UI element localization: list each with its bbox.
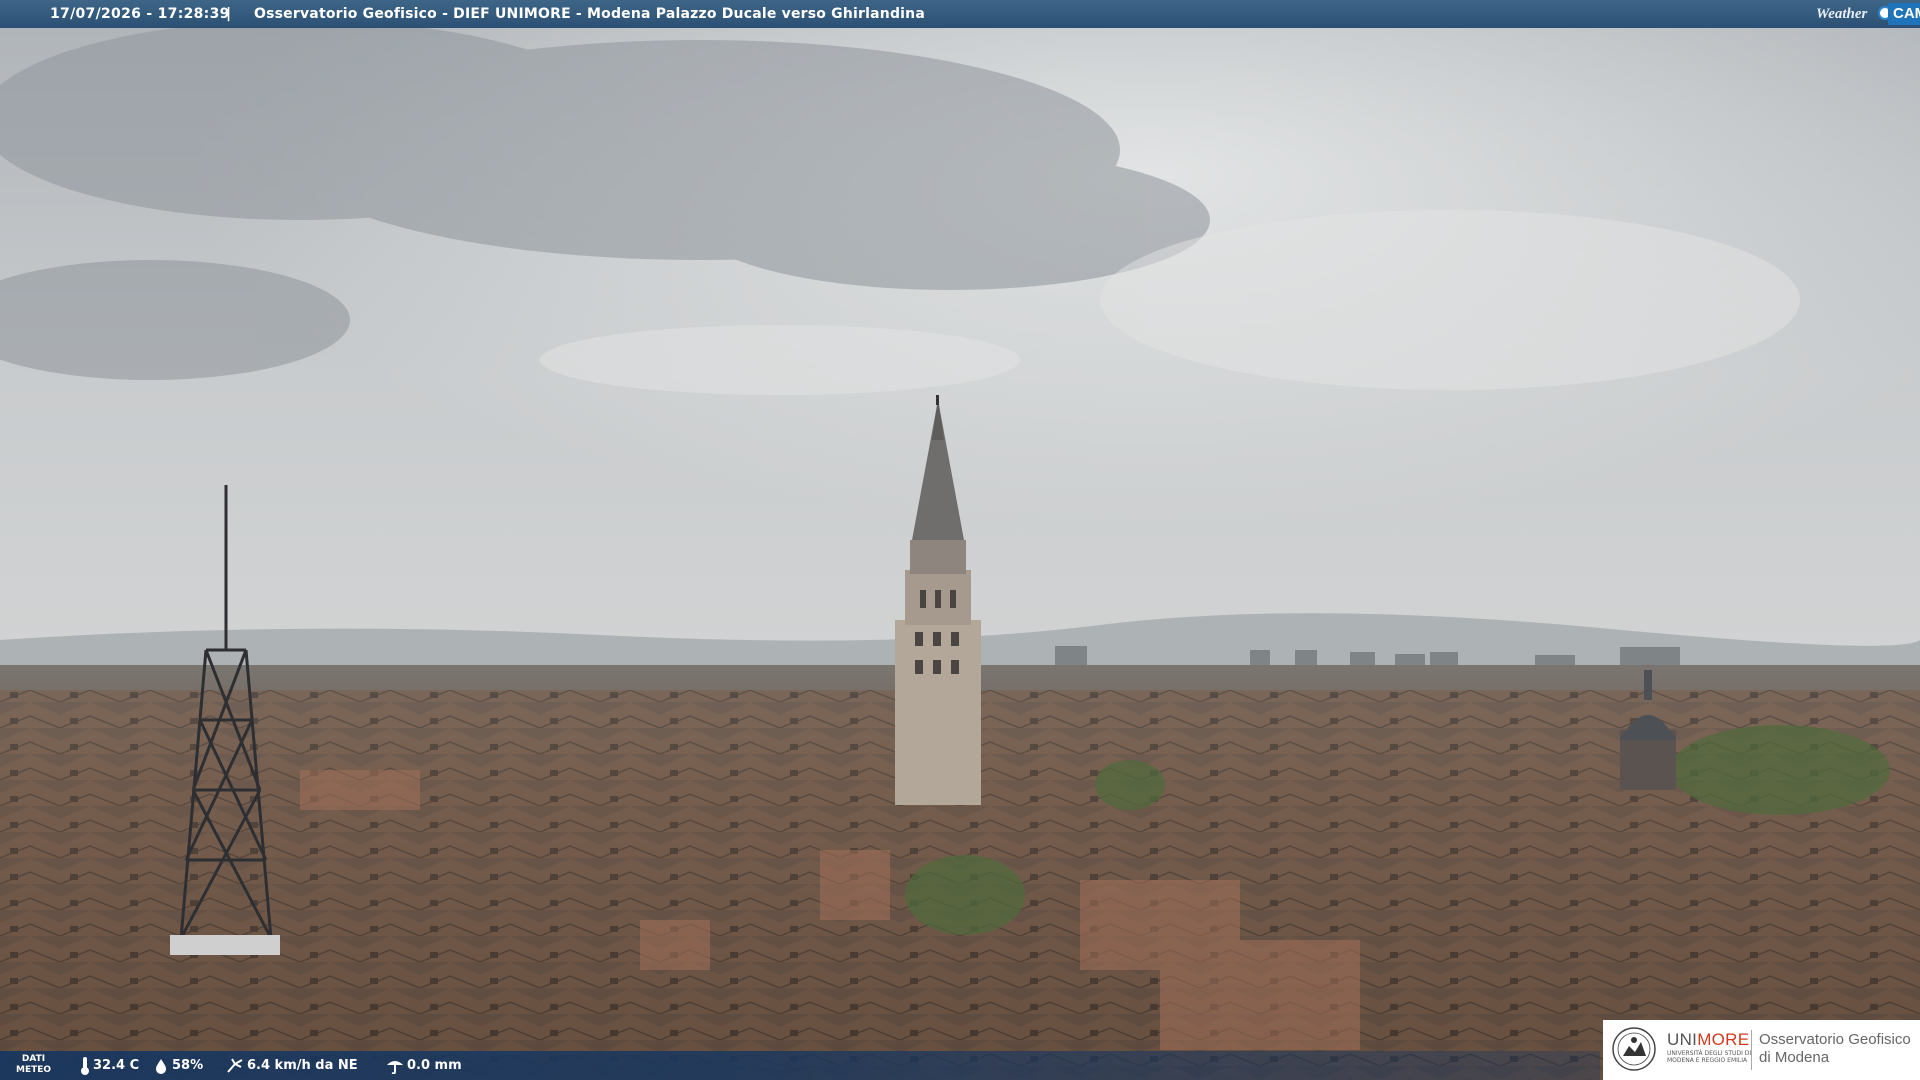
camera-title: Osservatorio Geofisico - DIEF UNIMORE - … — [254, 6, 925, 22]
capture-datetime: 17/07/2026 - 17:28:39 — [50, 6, 230, 22]
humidity-drop-icon — [156, 1058, 166, 1074]
rain-reading: 0.0 mm — [386, 1051, 462, 1080]
unimore-wordmark: UNIMORE — [1667, 1030, 1750, 1049]
university-seal-icon — [1612, 1027, 1656, 1071]
logo-divider — [1751, 1030, 1752, 1070]
rain-gauge-icon — [387, 1060, 403, 1074]
unimore-logo-box: UNIMORE UNIVERSITÀ DEGLI STUDI DI MODENA… — [1603, 1020, 1920, 1080]
webcam-scene — [0, 0, 1920, 1080]
weathercam-logo: Weather CAM — [1816, 0, 1920, 28]
weathercam-logo-text: Weather — [1816, 6, 1868, 22]
weather-data-bar: DATI METEO 32.4 C 58% 6.4 km/h da NE 0.0… — [0, 1051, 1600, 1080]
humidity-reading: 58% — [153, 1051, 203, 1080]
top-info-bar: 17/07/2026 - 17:28:39 | Osservatorio Geo… — [0, 0, 1920, 28]
weathercam-logo-cam: CAM — [1888, 3, 1920, 25]
weather-data-label: DATI METEO — [16, 1054, 52, 1075]
wind-icon — [227, 1057, 243, 1073]
wind-reading: 6.4 km/h da NE — [226, 1051, 358, 1080]
thermometer-icon — [81, 1056, 89, 1075]
header-separator: | — [226, 6, 232, 22]
observatory-name: Osservatorio Geofisico di Modena — [1759, 1031, 1911, 1066]
unimore-subtitle: UNIVERSITÀ DEGLI STUDI DI MODENA E REGGI… — [1667, 1050, 1752, 1064]
temperature-reading: 32.4 C — [80, 1051, 139, 1080]
